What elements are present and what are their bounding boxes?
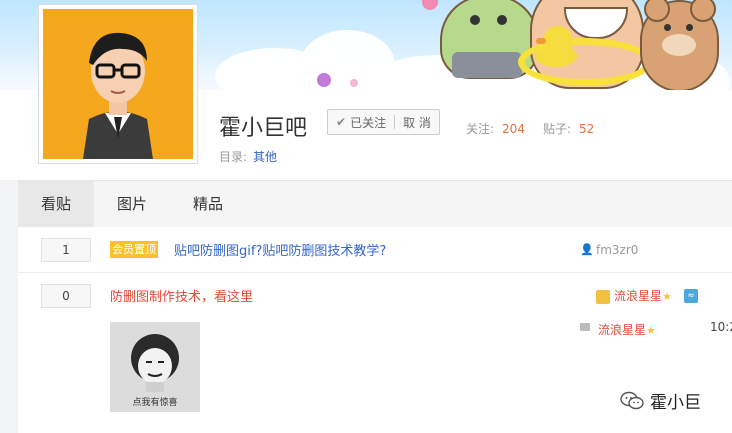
bear-character bbox=[640, 0, 719, 90]
star-icon: ★ bbox=[662, 290, 672, 303]
level-badge-icon bbox=[596, 289, 610, 304]
reply-count: 0 bbox=[41, 284, 91, 308]
tab-posts[interactable]: 看贴 bbox=[18, 181, 94, 227]
checkmark-icon: ✔ bbox=[336, 115, 347, 129]
thread-image[interactable]: 点我有惊喜 bbox=[110, 322, 200, 412]
ball-decoration bbox=[317, 73, 331, 87]
reply-count: 1 bbox=[41, 238, 91, 262]
flower-decoration bbox=[422, 0, 438, 10]
duck-beak bbox=[536, 38, 546, 44]
posts-count: 52 bbox=[579, 122, 595, 136]
forum-tabs: 看贴 图片 精品 bbox=[18, 180, 732, 228]
last-reply-time: 10:2 bbox=[710, 320, 732, 334]
message-icon bbox=[580, 323, 590, 331]
wave-icon: ≈ bbox=[684, 289, 698, 303]
posts-label: 贴子: bbox=[542, 122, 571, 136]
follow-toggle[interactable]: ✔ 已关注 取 消 bbox=[327, 109, 440, 135]
forum-stats: 关注: 204 贴子: 52 bbox=[466, 120, 612, 137]
thread-title[interactable]: 贴吧防删图gif?贴吧防删图技术教学? bbox=[174, 240, 386, 259]
forum-catalog: 目录: 其他 bbox=[219, 148, 277, 165]
wechat-icon bbox=[620, 391, 644, 409]
bear-snout bbox=[662, 34, 696, 56]
mouth bbox=[564, 7, 628, 39]
author-name: 流浪星星 bbox=[598, 323, 647, 337]
watermark-text: 霍小巨 bbox=[650, 393, 701, 413]
user-icon: 👤 bbox=[580, 243, 594, 256]
last-reply-author[interactable]: 流浪星星★ bbox=[598, 321, 656, 338]
thread-author[interactable]: 流浪星星★ bbox=[596, 287, 672, 304]
star-icon: ★ bbox=[646, 324, 656, 337]
bear-ear bbox=[690, 0, 716, 22]
cartoon-man-illustration bbox=[43, 9, 193, 159]
tab-images[interactable]: 图片 bbox=[94, 181, 170, 227]
followers-label: 关注: bbox=[466, 122, 495, 136]
bear-eye bbox=[686, 24, 693, 31]
unfollow-button[interactable]: 取 消 bbox=[395, 110, 439, 134]
tab-featured[interactable]: 精品 bbox=[170, 181, 246, 227]
watermark: 霍小巨 bbox=[620, 388, 701, 413]
thread-author[interactable]: fm3zr0 bbox=[596, 243, 638, 257]
forum-page: 霍小巨吧 ✔ 已关注 取 消 关注: 204 贴子: 52 目录: 其他 看贴 图片 精… bbox=[0, 0, 732, 433]
followers-count: 204 bbox=[502, 122, 525, 136]
bear-ear bbox=[644, 0, 670, 22]
followed-label: 已关注 bbox=[350, 115, 387, 130]
dot-decoration bbox=[350, 79, 358, 87]
eye bbox=[497, 15, 507, 25]
author-name: 流浪星星 bbox=[614, 289, 663, 303]
bear-eye bbox=[664, 24, 671, 31]
thread-title[interactable]: 防删图制作技术，看这里 bbox=[110, 286, 253, 305]
forum-avatar[interactable] bbox=[38, 4, 198, 164]
image-caption: 点我有惊喜 bbox=[132, 398, 178, 408]
catalog-link[interactable]: 其他 bbox=[253, 150, 277, 164]
catalog-label: 目录: bbox=[219, 150, 248, 164]
vip-pinned-badge: 会员置顶 bbox=[110, 241, 158, 258]
eye bbox=[470, 15, 480, 25]
avatar-image bbox=[43, 9, 193, 159]
duck-head bbox=[543, 26, 573, 56]
forum-title: 霍小巨吧 bbox=[219, 116, 308, 141]
followed-button[interactable]: ✔ 已关注 bbox=[328, 110, 394, 134]
thread-row[interactable]: 1 会员置顶 贴吧防删图gif?贴吧防删图技术教学? 👤 fm3zr0 bbox=[18, 227, 732, 273]
pants bbox=[452, 52, 522, 78]
